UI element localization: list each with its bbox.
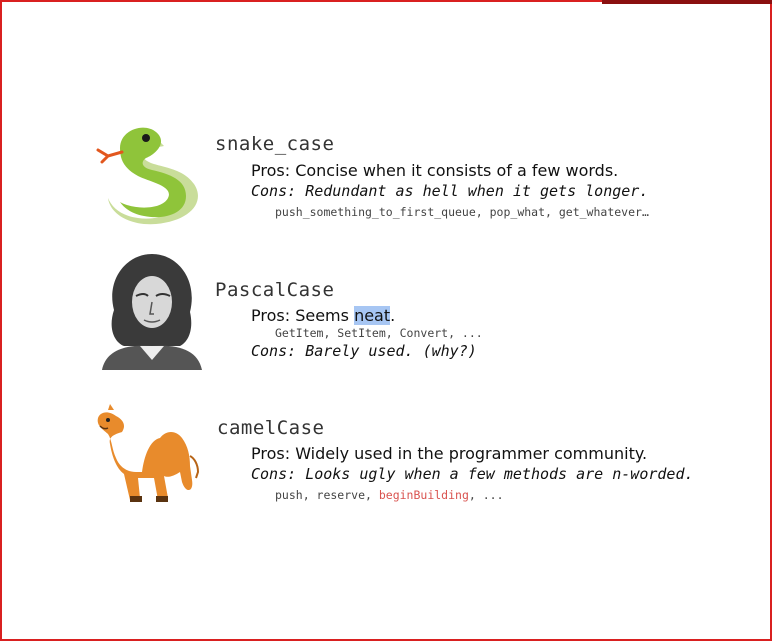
pros-label: Pros: xyxy=(251,161,291,180)
pascal-cons: Cons: Barely used. (why?) xyxy=(251,342,477,360)
cons-label: Cons: xyxy=(251,465,297,483)
pascal-examples: GetItem, SetItem, Convert, ... xyxy=(275,326,483,340)
selected-text-highlight[interactable]: neat xyxy=(354,306,391,325)
pros-label: Pros: xyxy=(251,444,291,463)
snake-case-title: snake_case xyxy=(215,133,335,155)
snake-cons: Cons: Redundant as hell when it gets lon… xyxy=(251,182,648,200)
pros-text-before: Seems xyxy=(295,306,355,325)
pros-text-after: . xyxy=(390,306,396,325)
cons-text: Barely used. (why?) xyxy=(305,342,477,360)
cons-label: Cons: xyxy=(251,342,297,360)
examples-before: push, reserve, xyxy=(275,488,379,502)
camel-case-title: camelCase xyxy=(217,417,325,439)
camel-pros: Pros: Widely used in the programmer comm… xyxy=(251,444,647,463)
pascal-case-title: PascalCase xyxy=(215,279,335,301)
pros-label: Pros: xyxy=(251,306,291,325)
pros-text: Concise when it consists of a few words. xyxy=(295,161,619,180)
camel-examples: push, reserve, beginBuilding, ... xyxy=(275,488,504,502)
cons-label: Cons: xyxy=(251,182,297,200)
pascal-pros: Pros: Seems neat. xyxy=(251,306,395,325)
camel-cons: Cons: Looks ugly when a few methods are … xyxy=(251,465,694,483)
cons-text: Redundant as hell when it gets longer. xyxy=(305,182,649,200)
pros-text: Widely used in the programmer community. xyxy=(295,444,648,463)
snake-examples: push_something_to_first_queue, pop_what,… xyxy=(275,205,649,219)
top-edge-strip xyxy=(602,0,772,4)
camel-icon xyxy=(94,396,210,508)
examples-red: beginBuilding xyxy=(378,488,469,502)
pascal-portrait-icon xyxy=(96,250,208,370)
cons-text: Looks ugly when a few methods are n-word… xyxy=(305,465,694,483)
examples-after: , ... xyxy=(468,488,504,502)
snake-pros: Pros: Concise when it consists of a few … xyxy=(251,161,618,180)
snake-icon xyxy=(94,118,212,228)
